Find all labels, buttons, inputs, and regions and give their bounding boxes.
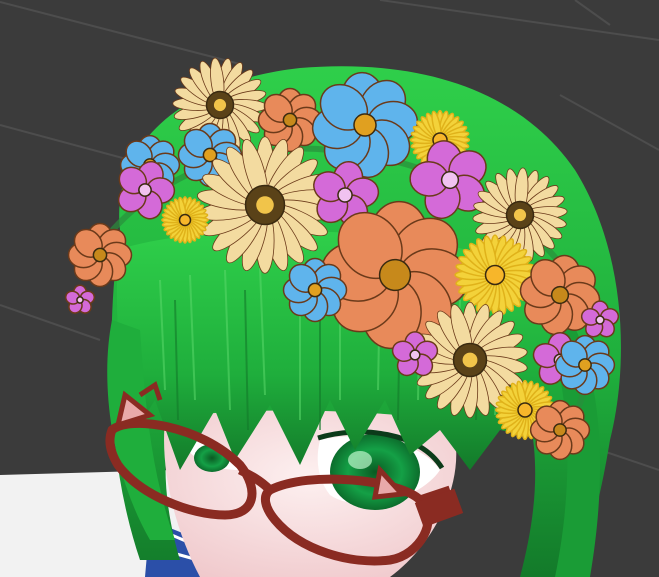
flower-cosmos xyxy=(529,399,591,461)
flower-cosmos xyxy=(67,222,133,288)
avatar-illustration xyxy=(0,0,659,577)
flower-cosmos xyxy=(554,334,616,396)
avatar-scene xyxy=(0,0,659,577)
flower-lily xyxy=(64,284,96,314)
flower-cosmos xyxy=(282,257,348,323)
